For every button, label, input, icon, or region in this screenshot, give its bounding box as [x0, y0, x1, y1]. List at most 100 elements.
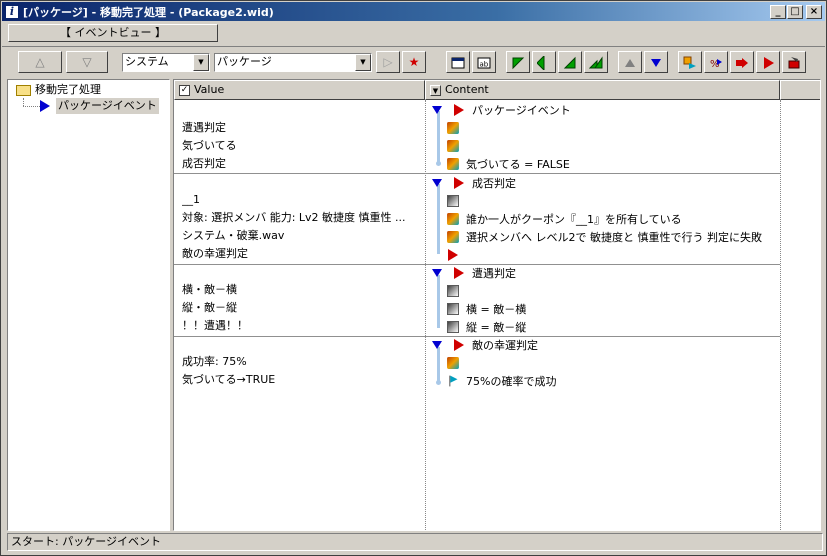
content-row[interactable]: 誰か一人がクーポン『__1』を所有している: [446, 210, 682, 228]
event-red-icon: [452, 338, 466, 352]
value-cell[interactable]: 敵の幸運判定: [182, 246, 422, 262]
value-cell[interactable]: 遭遇判定: [182, 120, 422, 136]
value-cell[interactable]: 成否判定: [182, 156, 422, 172]
package-select-value: パッケージ: [217, 55, 272, 68]
green-arrow-down-icon: [537, 55, 545, 70]
command-icon: [447, 140, 459, 152]
empty-column-header: [780, 80, 820, 100]
green-arrow-down-left-icon: [512, 57, 525, 69]
command-icon: [447, 357, 459, 369]
close-button[interactable]: ×: [806, 4, 822, 19]
tool-5-button[interactable]: [782, 51, 806, 73]
window-view-button[interactable]: [446, 51, 470, 73]
value-cell[interactable]: ！！遭遇！！: [182, 318, 422, 334]
tree-node-root[interactable]: 移動完了処理: [16, 82, 101, 98]
content-row[interactable]: 縦 = 敵－縦: [446, 318, 526, 336]
event-tree[interactable]: 移動完了処理 パッケージイベント: [7, 79, 170, 531]
tree-child-label: パッケージイベント: [56, 98, 159, 114]
window-icon: [451, 57, 465, 68]
command-icon: [447, 158, 459, 170]
value-cell[interactable]: 気づいてる: [182, 138, 422, 154]
insert-after-button[interactable]: [532, 51, 556, 73]
value-cell[interactable]: 気づいてる→TRUE: [182, 372, 422, 388]
content-row[interactable]: 気づいてる = FALSE: [446, 155, 570, 173]
content-row[interactable]: [446, 119, 466, 137]
title-bar[interactable]: i [パッケージ] - 移動完了処理 - (Package2.wid) _ □ …: [2, 2, 825, 21]
folder-icon: [16, 84, 31, 96]
cut-command-icon: [788, 56, 800, 68]
event-grid[interactable]: ✓ Value ▼ Content 遭遇判定 気づいてる 成否判定 パッケージイ…: [173, 79, 821, 531]
command-icon: [447, 213, 459, 225]
content-text: 縦 = 敵－縦: [466, 321, 527, 334]
tool-4-button[interactable]: [756, 51, 780, 73]
value-cell[interactable]: __1: [182, 192, 422, 208]
content-header-label: Content: [445, 83, 489, 96]
value-cell[interactable]: 縦・敵－縦: [182, 300, 422, 316]
gray-triangle-up-icon: [625, 58, 635, 67]
tool-1-button[interactable]: [678, 51, 702, 73]
content-text: 選択メンバへ レベル2で 敏捷度と 慎重性で行う 判定に失敗: [466, 231, 762, 244]
collapse-triangle-icon: [432, 266, 446, 280]
tool-2-button[interactable]: %: [704, 51, 728, 73]
command-icon: [446, 248, 460, 262]
content-row[interactable]: 遭遇判定: [432, 264, 516, 282]
content-column-header[interactable]: ▼ Content: [425, 80, 780, 100]
value-header-label: Value: [194, 83, 225, 96]
move-down-button[interactable]: ▽: [66, 51, 108, 73]
command-icon: [447, 195, 459, 207]
tree-root-label: 移動完了処理: [35, 83, 101, 96]
content-row[interactable]: パッケージイベント: [432, 101, 571, 119]
value-column-header[interactable]: ✓ Value: [174, 80, 425, 100]
tree-connector: [23, 98, 24, 106]
green-arrow-up-icon: [563, 56, 576, 68]
content-text: 気づいてる = FALSE: [466, 158, 570, 171]
maximize-button[interactable]: □: [787, 4, 803, 19]
system-select[interactable]: システム ▼: [122, 53, 210, 72]
tab-bar: 【 イベントビュー 】: [2, 22, 825, 44]
tool-3-button[interactable]: [730, 51, 754, 73]
insert-child-button[interactable]: [558, 51, 582, 73]
value-cell[interactable]: システム・破棄.wav: [182, 228, 422, 244]
content-row[interactable]: 横 = 敵－横: [446, 300, 526, 318]
content-text: 誰か一人がクーポン『__1』を所有している: [466, 213, 682, 226]
percent-command-icon: %: [710, 58, 722, 70]
package-select[interactable]: パッケージ ▼: [214, 53, 372, 72]
timeline-bar: [437, 184, 440, 254]
event-triangle-icon: [40, 100, 50, 112]
content-row[interactable]: 成否判定: [432, 174, 516, 192]
blue-triangle-down-icon: [651, 58, 661, 67]
command-icon: [447, 231, 459, 243]
move-node-down-button[interactable]: [644, 51, 668, 73]
branch-command-icon: [683, 56, 696, 69]
tab-event-view[interactable]: 【 イベントビュー 】: [8, 24, 218, 42]
chevron-down-icon: ▼: [193, 54, 209, 71]
content-row[interactable]: 75%の確率で成功: [446, 372, 556, 390]
content-row[interactable]: [446, 246, 466, 264]
content-row[interactable]: [446, 282, 466, 300]
value-cell[interactable]: 横・敵－横: [182, 282, 422, 298]
content-row[interactable]: [446, 192, 466, 210]
insert-parent-button[interactable]: [584, 51, 608, 73]
tree-node-package-event[interactable]: パッケージイベント: [40, 98, 159, 114]
window-title: [パッケージ] - 移動完了処理 - (Package2.wid): [23, 5, 274, 19]
content-row[interactable]: [446, 354, 466, 372]
text-view-button[interactable]: ab: [472, 51, 496, 73]
play-button[interactable]: ▷: [376, 51, 400, 73]
text-ab-icon: ab: [477, 57, 491, 68]
star-button[interactable]: ★: [402, 51, 426, 73]
timeline-bar: [437, 275, 440, 328]
move-node-up-button[interactable]: [618, 51, 642, 73]
minimize-button[interactable]: _: [770, 4, 786, 19]
value-cell[interactable]: 対象: 選択メンバ 能力: Lv2 敏捷度 慎重性 ...: [182, 210, 422, 226]
content-text: 横 = 敵－横: [466, 303, 527, 316]
move-up-button[interactable]: △: [18, 51, 62, 73]
value-cell[interactable]: 成功率: 75%: [182, 354, 422, 370]
insert-before-button[interactable]: [506, 51, 530, 73]
command-icon: [447, 303, 459, 315]
green-double-arrow-icon: [589, 55, 603, 68]
content-row[interactable]: 選択メンバへ レベル2で 敏捷度と 慎重性で行う 判定に失敗: [446, 228, 762, 246]
content-row[interactable]: 敵の幸運判定: [432, 336, 538, 354]
event-red-icon: [452, 103, 466, 117]
content-row[interactable]: [446, 137, 466, 155]
collapse-triangle-icon: [432, 103, 446, 117]
